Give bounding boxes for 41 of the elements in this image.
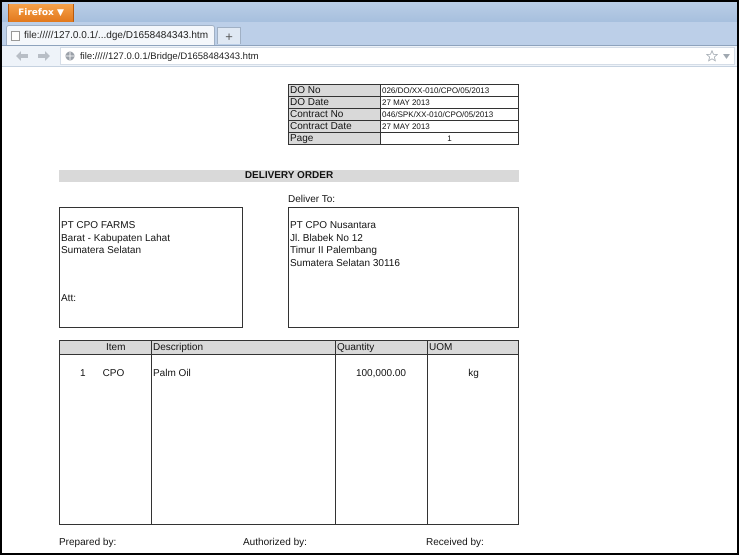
info-label: DO Date: [288, 96, 380, 108]
star-icon[interactable]: [706, 50, 718, 62]
column-header: Description: [151, 341, 335, 354]
signature-label: Received by:: [426, 537, 484, 548]
dropdown-icon[interactable]: [723, 54, 730, 58]
table-cell: CPO: [102, 368, 124, 379]
globe-icon: [65, 51, 75, 61]
info-value: 1: [380, 132, 518, 144]
info-value: 27 MAY 2013: [380, 120, 518, 132]
signature-label: Authorized by:: [243, 537, 307, 548]
signature-label: Prepared by:: [59, 537, 116, 548]
browser-tab[interactable]: file://///127.0.0.1/...dge/D1658484343.htm: [6, 25, 216, 45]
table-cell-text: 100,000.00: [354, 368, 407, 379]
info-value: 27 MAY 2013: [380, 96, 518, 108]
document-title: DELIVERY ORDER: [59, 170, 519, 182]
info-value: 046/SPK/XX-010/CPO/05/2013: [380, 108, 518, 120]
forward-icon[interactable]: [38, 51, 50, 61]
address-line: PT CPO FARMS: [61, 220, 136, 232]
url-text: file://///127.0.0.1/Bridge/D1658484343.htm: [80, 50, 259, 62]
table-cell-text: Palm Oil: [152, 368, 192, 379]
address-bar[interactable]: file://///127.0.0.1/Bridge/D1658484343.htm: [60, 47, 735, 65]
column-header: Item: [105, 341, 126, 354]
address-line: PT CPO Nusantara: [290, 220, 377, 232]
info-label: Contract Date: [288, 120, 380, 132]
address-line: Timur II Palembang: [290, 245, 378, 258]
column-header: Quantity: [335, 341, 427, 354]
info-label: DO No: [288, 84, 380, 96]
deliver-to-label: Deliver To:: [288, 194, 336, 206]
table-cell: 1: [80, 368, 86, 379]
info-label: Page: [288, 132, 380, 144]
table-cell-text: kg: [467, 368, 480, 379]
new-tab-button[interactable]: +: [217, 27, 242, 44]
info-value: 026/DO/XX-010/CPO/05/2013: [380, 84, 518, 96]
attention-label: Att:: [61, 292, 78, 305]
column-header: UOM: [427, 341, 518, 354]
info-label: Contract No: [288, 108, 380, 120]
address-line: Barat - Kabupaten Lahat: [61, 232, 171, 245]
address-line: Sumatera Selatan 30116: [290, 258, 401, 270]
back-icon[interactable]: [16, 51, 28, 61]
address-line: Sumatera Selatan: [61, 245, 142, 258]
address-line: Jl. Blabek No 12: [290, 232, 364, 245]
